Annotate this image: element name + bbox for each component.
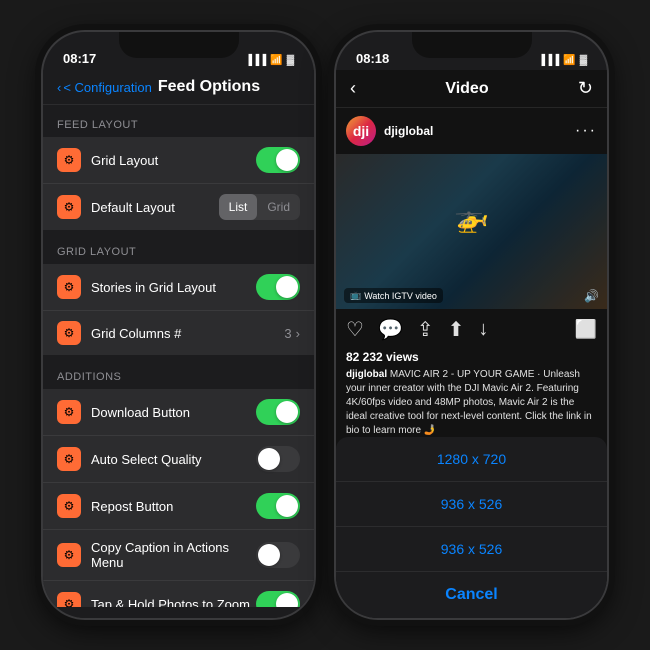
time-1: 08:17 <box>63 51 96 66</box>
tap-hold-photos-toggle[interactable] <box>256 591 300 607</box>
nav-back-label: < Configuration <box>63 80 152 95</box>
auto-quality-toggle[interactable] <box>256 446 300 472</box>
quality-option-3[interactable]: 936 x 526 <box>336 527 607 572</box>
auto-quality-label: Auto Select Quality <box>91 452 256 467</box>
default-layout-row: ⚙ Default Layout List Grid <box>43 184 314 230</box>
heart-icon[interactable]: ♡ <box>346 317 364 342</box>
quality-bottom-sheet: 1280 x 720 936 x 526 936 x 526 Cancel <box>336 437 607 618</box>
grid-layout-icon: ⚙ <box>57 148 81 172</box>
comment-icon[interactable]: 💬 <box>378 317 403 342</box>
grid-columns-row: ⚙ Grid Columns # 3 › <box>43 311 314 355</box>
quality-option-1[interactable]: 1280 x 720 <box>336 437 607 482</box>
bookmark-icon[interactable]: ⬜ <box>575 319 597 340</box>
cancel-button[interactable]: Cancel <box>336 572 607 618</box>
wifi-icon-2: 📶 <box>563 55 575 66</box>
repost-btn-icon: ⚙ <box>57 494 81 518</box>
time-2: 08:18 <box>356 51 389 66</box>
grid-columns-icon: ⚙ <box>57 321 81 345</box>
download-btn-toggle[interactable] <box>256 399 300 425</box>
battery-icon-2: ▓ <box>580 55 587 66</box>
post-views: 82 232 views <box>336 350 607 368</box>
tv-icon: 📺 <box>350 290 361 301</box>
caption-username: djiglobal <box>346 369 387 380</box>
download-icon[interactable]: ↓ <box>478 318 488 341</box>
insta-header: ‹ Video ↻ <box>336 70 607 108</box>
page-title: Feed Options <box>158 78 260 96</box>
copy-caption-label: Copy Caption in Actions Menu <box>91 540 256 570</box>
grid-layout-label: Grid Layout <box>91 153 256 168</box>
post-caption: djiglobal MAVIC AIR 2 - UP YOUR GAME · U… <box>336 368 607 442</box>
phone-settings: 08:17 ▐▐▐ 📶 ▓ ‹ < Configuration Feed Opt… <box>41 30 316 620</box>
watch-igtv-label: 📺 Watch IGTV video <box>344 288 443 303</box>
instagram-screen: ‹ Video ↻ dji djiglobal ··· 🚁 📺 Watch IG… <box>336 70 607 620</box>
video-thumbnail[interactable]: 🚁 📺 Watch IGTV video 🔊 <box>336 154 607 309</box>
grid-columns-number: 3 <box>284 326 291 341</box>
copy-caption-icon: ⚙ <box>57 543 81 567</box>
back-chevron: ‹ <box>57 80 61 95</box>
status-icons-1: ▐▐▐ 📶 ▓ <box>245 55 294 66</box>
status-icons-2: ▐▐▐ 📶 ▓ <box>538 55 587 66</box>
signal-icon-2: ▐▐▐ <box>538 55 559 66</box>
default-layout-segmented[interactable]: List Grid <box>219 194 300 220</box>
action-bar: ♡ 💬 ⇪ ⬆ ↓ ⬜ <box>336 309 607 350</box>
download-btn-label: Download Button <box>91 405 256 420</box>
insta-title: Video <box>356 80 578 98</box>
notch-2 <box>412 32 532 58</box>
settings-screen: ‹ < Configuration Feed Options Feed Layo… <box>43 70 314 618</box>
settings-scroll[interactable]: Feed Layout ⚙ Grid Layout ⚙ Default Layo… <box>43 105 314 607</box>
repost-btn-row: ⚙ Repost Button <box>43 483 314 530</box>
post-more-icon[interactable]: ··· <box>575 122 597 140</box>
drone-icon: 🚁 <box>454 201 489 234</box>
notch <box>119 32 239 58</box>
seg-grid[interactable]: Grid <box>257 194 300 220</box>
grid-layout-row: ⚙ Grid Layout <box>43 137 314 184</box>
section-additions-label: Additions <box>43 357 314 389</box>
seg-list[interactable]: List <box>219 194 258 220</box>
stories-grid-row: ⚙ Stories in Grid Layout <box>43 264 314 311</box>
grid-columns-value[interactable]: 3 › <box>284 326 300 341</box>
default-layout-label: Default Layout <box>91 200 219 215</box>
section-feed-layout-label: Feed Layout <box>43 105 314 137</box>
phones-container: 08:17 ▐▐▐ 📶 ▓ ‹ < Configuration Feed Opt… <box>41 30 609 620</box>
tap-hold-photos-row: ⚙ Tap & Hold Photos to Zoom <box>43 581 314 607</box>
stories-grid-icon: ⚙ <box>57 275 81 299</box>
copy-caption-toggle[interactable] <box>256 542 300 568</box>
video-overlay: 📺 Watch IGTV video <box>344 288 443 303</box>
repost-btn-toggle[interactable] <box>256 493 300 519</box>
chevron-right-icon: › <box>296 326 300 341</box>
quality-option-2[interactable]: 936 x 526 <box>336 482 607 527</box>
additions-group: ⚙ Download Button ⚙ Auto Select Quality … <box>43 389 314 607</box>
insta-refresh-icon[interactable]: ↻ <box>578 78 593 99</box>
copy-caption-row: ⚙ Copy Caption in Actions Menu <box>43 530 314 581</box>
dm-icon[interactable]: ⬆ <box>448 317 465 342</box>
tap-hold-photos-label: Tap & Hold Photos to Zoom <box>91 597 256 608</box>
share-icon[interactable]: ⇪ <box>417 317 434 342</box>
post-username: djiglobal <box>384 124 567 138</box>
signal-icon: ▐▐▐ <box>245 55 266 66</box>
nav-bar: ‹ < Configuration Feed Options <box>43 70 314 105</box>
feed-layout-group: ⚙ Grid Layout ⚙ Default Layout List Grid <box>43 137 314 230</box>
grid-layout-group: ⚙ Stories in Grid Layout ⚙ Grid Columns … <box>43 264 314 355</box>
default-layout-icon: ⚙ <box>57 195 81 219</box>
stories-grid-toggle[interactable] <box>256 274 300 300</box>
auto-quality-icon: ⚙ <box>57 447 81 471</box>
phone-instagram: 08:18 ▐▐▐ 📶 ▓ ‹ Video ↻ dji djiglobal ··… <box>334 30 609 620</box>
post-header: dji djiglobal ··· <box>336 108 607 154</box>
stories-grid-label: Stories in Grid Layout <box>91 280 256 295</box>
nav-back[interactable]: ‹ < Configuration <box>57 80 152 95</box>
download-btn-icon: ⚙ <box>57 400 81 424</box>
grid-columns-label: Grid Columns # <box>91 326 284 341</box>
auto-quality-row: ⚙ Auto Select Quality <box>43 436 314 483</box>
download-btn-row: ⚙ Download Button <box>43 389 314 436</box>
battery-icon: ▓ <box>287 55 294 66</box>
grid-layout-toggle[interactable] <box>256 147 300 173</box>
tap-hold-photos-icon: ⚙ <box>57 592 81 607</box>
avatar: dji <box>346 116 376 146</box>
volume-icon[interactable]: 🔊 <box>584 289 599 303</box>
repost-btn-label: Repost Button <box>91 499 256 514</box>
section-grid-layout-label: Grid Layout <box>43 232 314 264</box>
wifi-icon: 📶 <box>270 55 282 66</box>
